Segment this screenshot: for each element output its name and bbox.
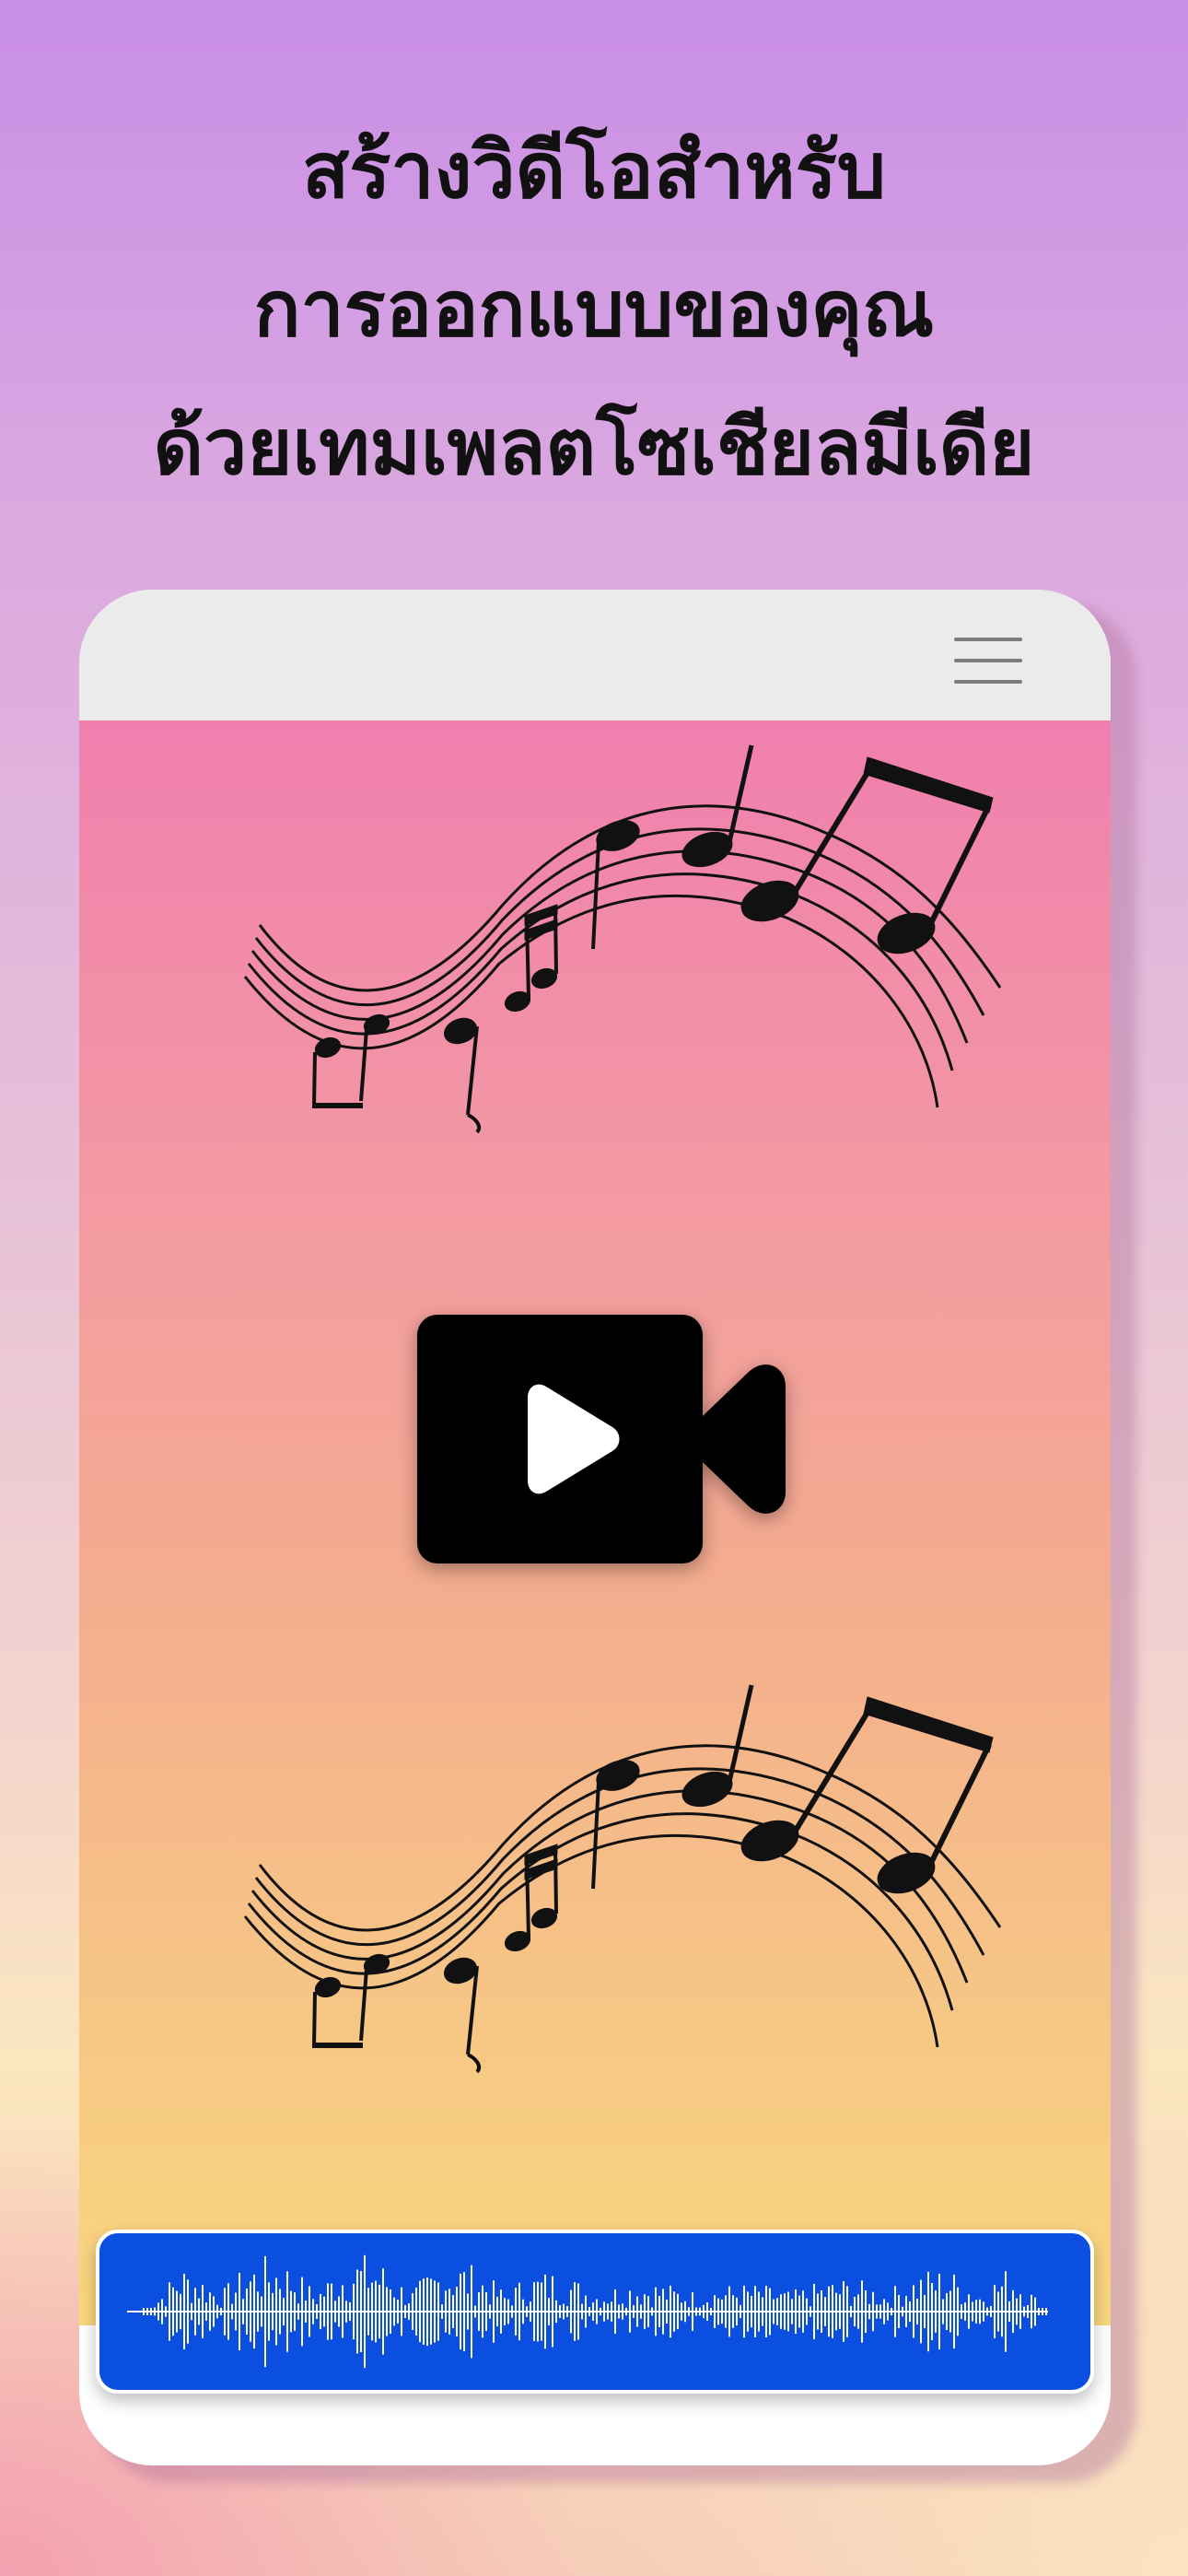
headline-line-2: การออกแบบของคุณ xyxy=(253,263,935,354)
audio-waveform-bar[interactable] xyxy=(96,2230,1094,2394)
video-camera-play-icon[interactable] xyxy=(417,1315,786,1563)
music-notes-icon xyxy=(243,744,1002,1134)
audio-waveform-icon xyxy=(127,2254,1048,2369)
headline: สร้างวิดีโอสำหรับ การออกแบบของคุณ ด้วยเท… xyxy=(0,101,1188,516)
phone-mockup xyxy=(79,590,1111,2465)
headline-line-3: ด้วยเทมเพลตโซเชียลมีเดีย xyxy=(153,402,1035,492)
hamburger-menu-icon[interactable] xyxy=(954,638,1022,684)
phone-header xyxy=(79,590,1111,720)
headline-line-1: สร้างวิดีโอสำหรับ xyxy=(301,125,887,216)
video-preview xyxy=(79,720,1111,2394)
music-notes-icon-bottom xyxy=(243,1684,1002,2074)
